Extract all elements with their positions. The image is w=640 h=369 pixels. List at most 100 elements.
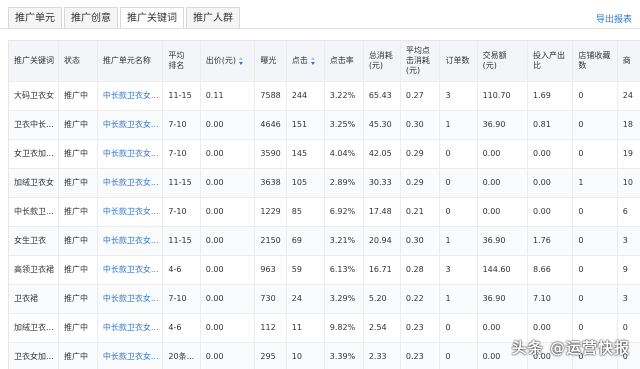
table-row[interactable]: 女生卫衣 推广中 中长款卫衣女... 11-15 0.00 2150 69 3.21% 20.9… xyxy=(9,226,640,256)
cell-unit-name[interactable]: 中长款卫衣女... xyxy=(97,197,164,227)
cell-gmv: 144.60 xyxy=(477,255,529,285)
cell-status: 推广中 xyxy=(58,255,98,285)
table-row[interactable]: 女卫衣加... 推广中 中长款卫衣女... 7-10 0.00 3590 145 4.04% 4… xyxy=(9,139,640,169)
cell-clicks: 24 xyxy=(286,284,325,314)
table-row[interactable]: 中长款卫... 推广中 中长款卫衣女... 7-10 0.00 1229 85 6.92% 17… xyxy=(9,197,640,227)
cell-unit-name[interactable]: 中长款卫衣女... xyxy=(97,139,164,169)
cell-shop-favorites: 0 xyxy=(572,139,618,169)
cell-keyword: 卫衣女加... xyxy=(9,342,59,369)
cell-status: 推广中 xyxy=(58,81,98,111)
cell-orders: 3 xyxy=(439,81,478,111)
cell-orders: 0 xyxy=(439,313,478,343)
cell-bid: 0.00 xyxy=(200,284,256,314)
cell-ctr: 3.21% xyxy=(324,226,364,256)
cell-avg-click-cost: 0.29 xyxy=(400,168,441,198)
cell-roi: 0.00 xyxy=(527,168,574,198)
cell-avg-click-cost: 0.30 xyxy=(400,110,441,140)
cell-avg-rank: 20条... xyxy=(162,342,201,369)
cell-clicks: 151 xyxy=(286,110,325,140)
cell-avg-click-cost: 0.23 xyxy=(400,313,441,343)
cell-orders: 0 xyxy=(439,342,478,369)
cell-roi: 0.00 xyxy=(527,139,574,169)
cell-avg-rank: 4-6 xyxy=(162,255,201,285)
cell-clicks: 105 xyxy=(286,168,325,198)
export-report-link[interactable]: 导出报表 xyxy=(596,12,632,25)
tab-unit[interactable]: 推广单元 xyxy=(8,7,62,28)
cell-unit-name[interactable]: 中长款卫衣女... xyxy=(97,168,164,198)
tab-audience[interactable]: 推广人群 xyxy=(186,7,240,28)
col-total-cost[interactable]: 总消耗(元) xyxy=(363,41,401,82)
col-avg-click-cost[interactable]: 平均点击消耗(元) xyxy=(400,41,441,82)
cell-total-cost: 45.30 xyxy=(363,110,401,140)
cell-unit-name[interactable]: 中长款卫衣女... xyxy=(97,226,164,256)
cell-impressions: 295 xyxy=(254,342,287,369)
col-avg-rank: 平均排名 xyxy=(162,41,201,82)
tab-creative[interactable]: 推广创意 xyxy=(64,7,118,28)
sort-icon[interactable] xyxy=(238,56,244,65)
cell-roi: 1.76 xyxy=(527,226,574,256)
cell-shop-favorites: 0 xyxy=(572,197,618,227)
cell-unit-name[interactable]: 中长款卫衣女... xyxy=(97,81,164,111)
table-row[interactable]: 卫衣中长... 推广中 中长款卫衣女... 7-10 0.00 4646 151 3.25% 4… xyxy=(9,110,640,140)
cell-avg-rank: 7-10 xyxy=(162,139,201,169)
cell-impressions: 730 xyxy=(254,284,287,314)
cell-unit-name[interactable]: 中长款卫衣女... xyxy=(97,255,164,285)
cell-clicks: 244 xyxy=(286,81,325,111)
cell-total-cost: 20.94 xyxy=(363,226,401,256)
cell-bid: 0.00 xyxy=(200,255,256,285)
cell-avg-click-cost: 0.30 xyxy=(400,226,441,256)
cell-unit-name[interactable]: 中长款卫衣女... xyxy=(97,110,164,140)
cell-total-cost: 16.71 xyxy=(363,255,401,285)
cell-unit-name[interactable]: 中长款卫衣女... xyxy=(97,342,164,369)
cell-unit-name[interactable]: 中长款卫衣女... xyxy=(97,284,164,314)
cell-ctr: 3.29% xyxy=(324,284,364,314)
tab-keyword[interactable]: 推广关键词 xyxy=(120,7,184,29)
cell-avg-click-cost: 0.29 xyxy=(400,139,441,169)
col-impressions[interactable]: 曝光 xyxy=(254,41,287,82)
cell-gmv: 0.00 xyxy=(477,139,529,169)
col-roi[interactable]: 投入产出比 xyxy=(527,41,574,82)
cell-avg-click-cost: 0.23 xyxy=(400,342,441,369)
col-clicks[interactable]: 点击 xyxy=(286,41,325,82)
cell-unit-name[interactable]: 中长款卫衣女... xyxy=(97,313,164,343)
cell-shop-favorites: 0 xyxy=(572,226,618,256)
cell-keyword: 中长款卫... xyxy=(9,197,59,227)
table-row[interactable]: 卫衣裙 推广中 中长款卫衣女... 7-10 0.00 730 24 3.29% 5.20 0.2… xyxy=(9,284,640,314)
cell-bid: 0.00 xyxy=(200,168,256,198)
col-ctr[interactable]: 点击率 xyxy=(324,41,364,82)
cell-more: 9 xyxy=(617,255,640,285)
table-row[interactable]: 加绒卫衣女 推广中 中长款卫衣女... 11-15 0.00 3638 105 2.89% 30… xyxy=(9,168,640,198)
cell-clicks: 59 xyxy=(286,255,325,285)
sort-icon[interactable] xyxy=(310,56,316,65)
cell-ctr: 3.25% xyxy=(324,110,364,140)
cell-gmv: 0.00 xyxy=(477,168,529,198)
cell-shop-favorites: 0 xyxy=(572,255,618,285)
col-more: 商 xyxy=(617,41,640,82)
cell-keyword: 女生卫衣 xyxy=(9,226,59,256)
cell-roi: 0.00 xyxy=(527,197,574,227)
col-unit-name: 推广单元名称 xyxy=(97,41,164,82)
cell-status: 推广中 xyxy=(58,342,98,369)
cell-ctr: 6.13% xyxy=(324,255,364,285)
cell-clicks: 145 xyxy=(286,139,325,169)
cell-impressions: 2150 xyxy=(254,226,287,256)
col-shop-favorites[interactable]: 店铺收藏数 xyxy=(572,41,618,82)
cell-avg-rank: 11-15 xyxy=(162,226,201,256)
cell-more: 10 xyxy=(617,168,640,198)
col-keyword: 推广关键词 xyxy=(9,41,59,82)
cell-ctr: 6.92% xyxy=(324,197,364,227)
cell-more: 6 xyxy=(617,197,640,227)
table-row[interactable]: 大码卫衣女 推广中 中长款卫衣女... 11-15 0.11 7588 244 3.22% 65… xyxy=(9,81,640,111)
col-gmv[interactable]: 交易额(元) xyxy=(477,41,529,82)
cell-ctr: 4.04% xyxy=(324,139,364,169)
cell-clicks: 85 xyxy=(286,197,325,227)
table-row[interactable]: 高领卫衣裙 推广中 中长款卫衣女... 4-6 0.00 963 59 6.13% 16.71 0… xyxy=(9,255,640,285)
cell-more: 18 xyxy=(617,110,640,140)
cell-ctr: 9.82% xyxy=(324,313,364,343)
cell-bid: 0.00 xyxy=(200,313,256,343)
cell-avg-click-cost: 0.22 xyxy=(400,284,441,314)
col-orders[interactable]: 订单数 xyxy=(439,41,478,82)
cell-total-cost: 65.43 xyxy=(363,81,401,111)
col-bid[interactable]: 出价(元) xyxy=(200,41,256,82)
cell-gmv: 36.90 xyxy=(477,226,529,256)
